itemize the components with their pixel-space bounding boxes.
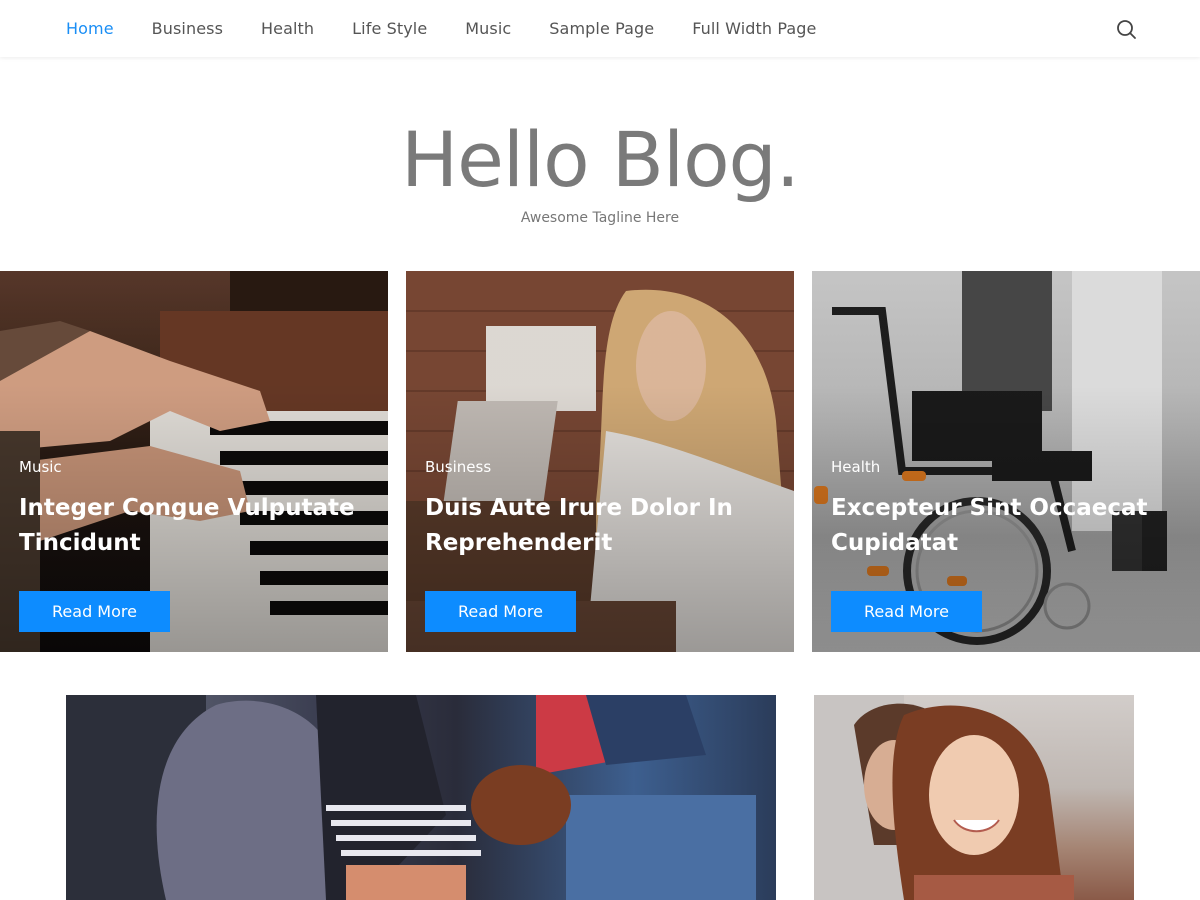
main-nav: Home Business Health Life Style Music Sa…: [66, 0, 854, 57]
nav-item-music[interactable]: Music: [465, 19, 511, 38]
post-image-couple[interactable]: [814, 695, 1134, 900]
card-category[interactable]: Business: [425, 458, 491, 476]
nav-item-life-style[interactable]: Life Style: [352, 19, 427, 38]
post-card-small: [814, 695, 1134, 900]
card-title[interactable]: Duis Aute Irure Dolor In Reprehenderit: [425, 491, 765, 561]
read-more-button[interactable]: Read More: [425, 591, 576, 632]
featured-card-health: Health Excepteur Sint Occaecat Cupidatat…: [812, 271, 1200, 652]
post-image-family[interactable]: [66, 695, 776, 900]
site-branding: Hello Blog. Awesome Tagline Here: [0, 110, 1200, 226]
nav-item-home[interactable]: Home: [66, 19, 114, 38]
site-tagline: Awesome Tagline Here: [520, 210, 680, 226]
family-illustration: [66, 695, 756, 900]
card-category[interactable]: Health: [831, 458, 880, 476]
read-more-button[interactable]: Read More: [831, 591, 982, 632]
card-title[interactable]: Excepteur Sint Occaecat Cupidatat: [831, 491, 1171, 561]
card-title[interactable]: Integer Congue Vulputate Tincidunt: [19, 491, 359, 561]
featured-card-business: Business Duis Aute Irure Dolor In Repreh…: [406, 271, 794, 652]
post-card-large: [66, 695, 776, 900]
read-more-button[interactable]: Read More: [19, 591, 170, 632]
nav-item-health[interactable]: Health: [261, 19, 314, 38]
site-header: Home Business Health Life Style Music Sa…: [0, 0, 1200, 57]
nav-item-sample-page[interactable]: Sample Page: [549, 19, 654, 38]
nav-item-full-width-page[interactable]: Full Width Page: [692, 19, 816, 38]
site-title[interactable]: Hello Blog.: [0, 110, 1200, 210]
search-icon: [1117, 20, 1136, 39]
featured-card-music: Music Integer Congue Vulputate Tincidunt…: [0, 271, 388, 652]
card-category[interactable]: Music: [19, 458, 62, 476]
search-button[interactable]: [1114, 17, 1138, 41]
couple-illustration: [814, 695, 1074, 900]
nav-item-business[interactable]: Business: [152, 19, 223, 38]
